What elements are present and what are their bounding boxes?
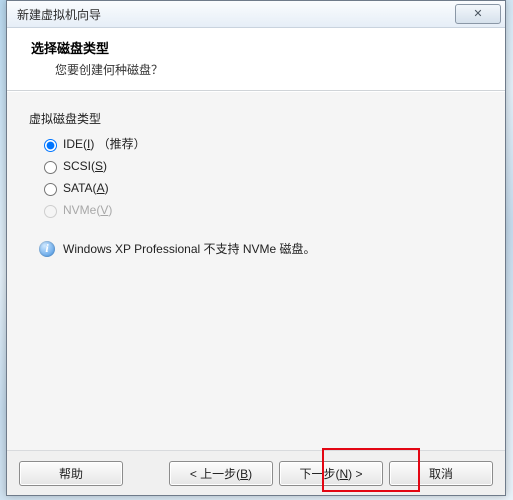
page-subtitle: 您要创建何种磁盘？ (55, 61, 489, 78)
info-text: Windows XP Professional 不支持 NVMe 磁盘。 (63, 240, 316, 257)
close-icon: ✕ (473, 9, 482, 20)
window-title: 新建虚拟机向导 (17, 6, 455, 23)
wizard-window: 新建虚拟机向导 ✕ 选择磁盘类型 您要创建何种磁盘？ 虚拟磁盘类型 IDE(I)… (6, 0, 506, 496)
help-button[interactable]: 帮助 (19, 461, 123, 486)
next-button[interactable]: 下一步(N) > (279, 461, 383, 486)
back-button[interactable]: < 上一步(B) (169, 461, 273, 486)
wizard-footer: 帮助 < 上一步(B) 下一步(N) > 取消 (7, 450, 505, 495)
wizard-body: 虚拟磁盘类型 IDE(I) （推荐） SCSI(S) SATA(A) (7, 91, 505, 450)
radio-nvme-input (44, 205, 57, 218)
window-close-button[interactable]: ✕ (455, 4, 501, 24)
wizard-header: 选择磁盘类型 您要创建何种磁盘？ (7, 28, 505, 91)
group-label: 虚拟磁盘类型 (29, 110, 483, 127)
radio-ide-input[interactable] (44, 139, 57, 152)
titlebar: 新建虚拟机向导 ✕ (7, 1, 505, 28)
cancel-button[interactable]: 取消 (389, 461, 493, 486)
radio-sata[interactable]: SATA(A) (39, 180, 483, 196)
radio-nvme: NVMe(V) (39, 202, 483, 218)
radio-label: SATA(A) (63, 181, 109, 195)
info-icon: i (39, 241, 55, 257)
radio-ide[interactable]: IDE(I) （推荐） (39, 135, 483, 152)
radio-scsi[interactable]: SCSI(S) (39, 158, 483, 174)
radio-label: IDE(I) （推荐） (63, 135, 146, 152)
info-row: i Windows XP Professional 不支持 NVMe 磁盘。 (39, 240, 483, 257)
radio-sata-input[interactable] (44, 183, 57, 196)
radio-label: NVMe(V) (63, 203, 112, 217)
radio-label: SCSI(S) (63, 159, 107, 173)
radio-scsi-input[interactable] (44, 161, 57, 174)
page-title: 选择磁盘类型 (31, 38, 489, 57)
